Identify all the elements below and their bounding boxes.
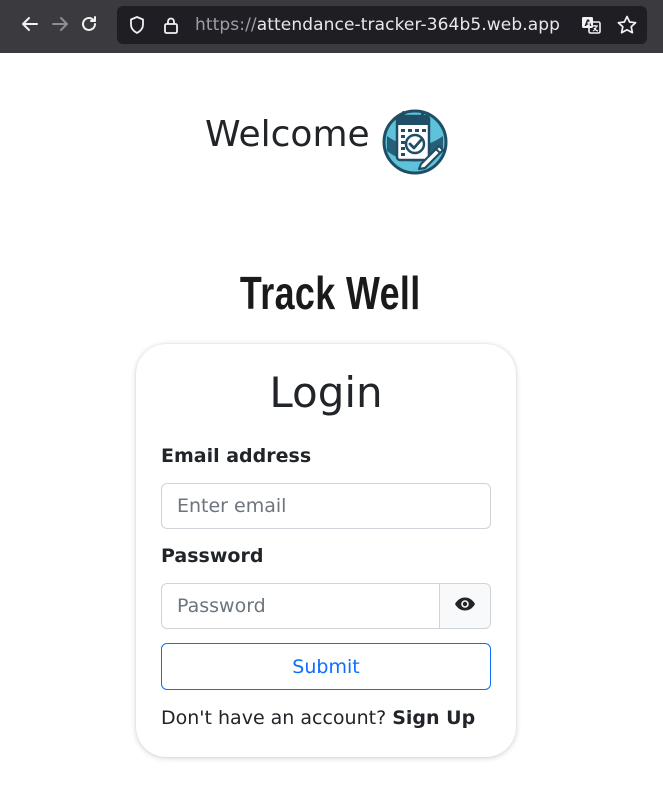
signup-prompt: Don't have an account? [161, 707, 387, 729]
signup-row: Don't have an account? Sign Up [161, 707, 475, 729]
password-field[interactable] [161, 583, 440, 629]
back-arrow-icon[interactable] [18, 12, 42, 36]
url-scheme: https:// [195, 15, 257, 35]
url-text[interactable]: https://attendance-tracker-364b5.web.app [195, 15, 560, 35]
signup-link[interactable]: Sign Up [392, 707, 475, 729]
calendar-check-logo-icon [381, 106, 449, 176]
star-icon[interactable] [615, 13, 639, 37]
brand-title: Track Well [239, 267, 421, 319]
submit-button[interactable]: Submit [161, 643, 491, 690]
url-host: attendance-tracker-364b5.web.app [256, 15, 561, 35]
toggle-password-visibility-button[interactable] [439, 583, 491, 629]
email-field[interactable] [161, 483, 491, 529]
password-label: Password [161, 545, 264, 567]
login-title: Login [269, 368, 383, 417]
address-bar[interactable]: https://attendance-tracker-364b5.web.app… [117, 6, 647, 44]
lock-icon[interactable] [159, 13, 183, 37]
login-card: Login Email address Password Submit Don'… [136, 344, 516, 757]
email-label: Email address [161, 445, 312, 467]
svg-text:A: A [585, 19, 592, 29]
welcome-heading: Welcome [205, 114, 370, 155]
forward-arrow-icon[interactable] [48, 12, 72, 36]
translate-icon[interactable]: A [579, 13, 603, 37]
browser-toolbar: https://attendance-tracker-364b5.web.app… [0, 0, 663, 53]
eye-icon [454, 596, 476, 616]
reload-icon[interactable] [77, 12, 101, 36]
shield-icon[interactable] [125, 13, 149, 37]
